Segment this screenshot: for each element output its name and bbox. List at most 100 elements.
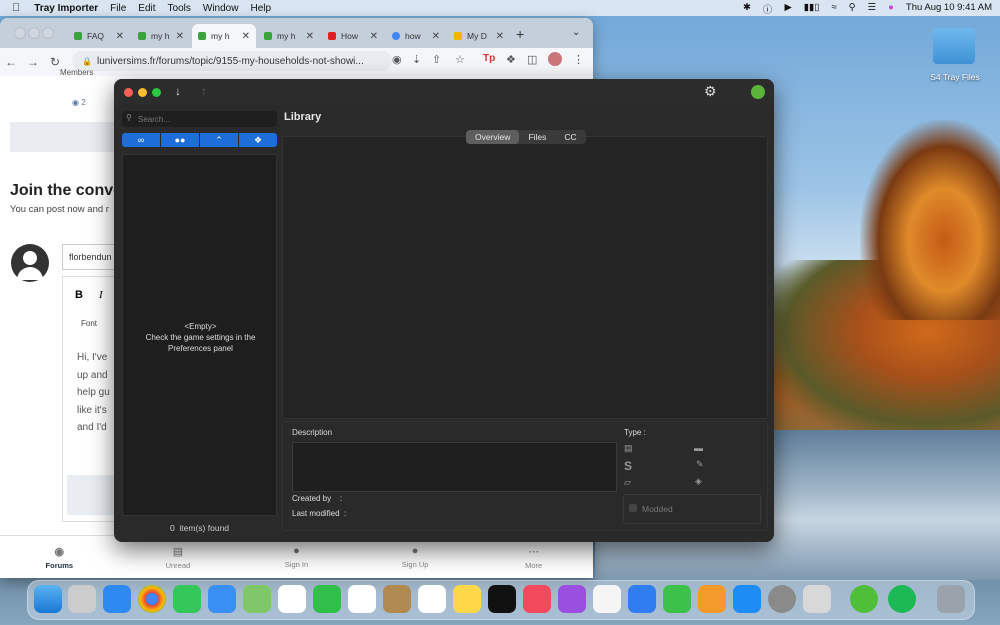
apple-tv-icon[interactable] xyxy=(488,585,516,613)
zoom-window-button[interactable] xyxy=(42,27,54,39)
bold-button[interactable]: B xyxy=(75,289,83,301)
url-field[interactable]: 🔒 luniversims.fr/forums/topic/9155-my-ho… xyxy=(72,51,392,71)
bluetooth-icon[interactable]: ✱ xyxy=(743,2,751,16)
mail-icon[interactable] xyxy=(208,585,236,613)
filter-rooms-puzzle-icon[interactable]: ❖ xyxy=(239,133,277,147)
export-arrow-up-icon[interactable]: ↑ xyxy=(201,84,207,98)
numbers-icon[interactable] xyxy=(663,585,691,613)
menu-clock[interactable]: Thu Aug 10 9:41 AM xyxy=(906,2,992,16)
tab-files[interactable]: Files xyxy=(519,130,555,144)
maps-icon[interactable] xyxy=(243,585,271,613)
new-tab-button[interactable]: + xyxy=(516,26,524,42)
extensions-puzzle-icon[interactable]: ❖ xyxy=(506,53,516,66)
browser-tab[interactable]: How ✕ xyxy=(322,24,384,48)
browser-tab[interactable]: how ✕ xyxy=(386,24,446,48)
minimize-window-button[interactable] xyxy=(28,27,40,39)
menu-file[interactable]: File xyxy=(110,3,126,14)
browser-tab[interactable]: FAQ ✕ xyxy=(68,24,130,48)
browser-tab[interactable]: my h ✕ xyxy=(132,24,190,48)
play-icon[interactable]: ▶ xyxy=(784,2,791,16)
more-menu-icon[interactable]: ⋮ xyxy=(573,53,584,66)
import-arrow-down-icon[interactable]: ↓ xyxy=(175,84,181,98)
tray-item-list[interactable]: <Empty> Check the game settings in the P… xyxy=(122,154,277,516)
menu-help[interactable]: Help xyxy=(250,3,271,14)
photos-icon[interactable] xyxy=(278,585,306,613)
tab-list-chevron-icon[interactable]: ⌄ xyxy=(572,27,580,38)
back-arrow-icon[interactable]: ← xyxy=(0,55,22,69)
podcasts-icon[interactable] xyxy=(558,585,586,613)
close-tab-icon[interactable]: ✕ xyxy=(370,31,378,42)
menu-window[interactable]: Window xyxy=(203,3,239,14)
desktop-folder-label[interactable]: S4 Tray Files xyxy=(920,72,990,82)
wifi-icon[interactable]: ≈ xyxy=(831,2,836,16)
close-tab-icon[interactable]: ✕ xyxy=(306,31,314,42)
folder-icon[interactable] xyxy=(933,28,975,64)
tray-importer-dock-icon[interactable] xyxy=(850,585,878,613)
calendar-icon[interactable] xyxy=(348,585,376,613)
control-center-icon[interactable]: ☰ xyxy=(868,2,877,16)
share-icon[interactable]: ⇧ xyxy=(432,53,441,66)
close-tab-icon[interactable]: ✕ xyxy=(116,31,124,42)
safari-icon[interactable] xyxy=(103,585,131,613)
browser-tab-active[interactable]: my h ✕ xyxy=(192,24,256,48)
site-info-icon[interactable]: ◉ xyxy=(392,53,402,66)
chrome-icon[interactable] xyxy=(138,585,166,613)
close-window-button[interactable] xyxy=(124,88,133,97)
close-window-button[interactable] xyxy=(14,27,26,39)
trash-icon[interactable] xyxy=(937,585,965,613)
nav-unread[interactable]: ▤ Unread xyxy=(123,545,233,570)
tab-overview[interactable]: Overview xyxy=(466,130,520,144)
search-field[interactable]: ⚲ Search... xyxy=(122,111,277,127)
facetime-icon[interactable] xyxy=(313,585,341,613)
menu-edit[interactable]: Edit xyxy=(138,3,155,14)
forward-arrow-icon[interactable]: → xyxy=(22,55,44,69)
modded-checkbox[interactable] xyxy=(629,504,637,512)
italic-button[interactable]: I xyxy=(99,289,103,301)
close-tab-icon[interactable]: ✕ xyxy=(496,31,504,42)
battery-icon[interactable]: ▮▮▯ xyxy=(804,2,820,16)
filter-households-icon[interactable]: ●● xyxy=(161,133,199,147)
spotify-icon[interactable] xyxy=(888,585,916,613)
close-tab-icon[interactable]: ✕ xyxy=(176,31,184,42)
info-icon[interactable]: ⓘ xyxy=(763,2,773,16)
messages-icon[interactable] xyxy=(173,585,201,613)
filter-all-infinity-icon[interactable]: ∞ xyxy=(122,133,160,147)
siri-icon[interactable]: ● xyxy=(888,2,894,16)
plumbob-icon[interactable] xyxy=(751,85,765,99)
notes-icon[interactable] xyxy=(453,585,481,613)
zoom-window-button[interactable] xyxy=(152,88,161,97)
tab-cc[interactable]: CC xyxy=(555,130,585,144)
extension-tp-icon[interactable]: Tp xyxy=(483,53,495,64)
system-settings-icon[interactable] xyxy=(768,585,796,613)
reload-icon[interactable]: ↻ xyxy=(44,55,66,69)
description-field[interactable] xyxy=(292,442,617,492)
bookmark-star-icon[interactable]: ☆ xyxy=(455,53,465,66)
profile-avatar[interactable] xyxy=(548,52,562,66)
close-tab-icon[interactable]: ✕ xyxy=(242,31,250,42)
contacts-icon[interactable] xyxy=(383,585,411,613)
menu-app-name[interactable]: Tray Importer xyxy=(34,3,98,14)
roblox-icon[interactable] xyxy=(803,585,831,613)
launchpad-icon[interactable] xyxy=(68,585,96,613)
news-icon[interactable] xyxy=(593,585,621,613)
menu-tools[interactable]: Tools xyxy=(168,3,191,14)
search-icon[interactable]: ⚲ xyxy=(849,2,856,16)
minimize-window-button[interactable] xyxy=(138,88,147,97)
browser-tab[interactable]: my h ✕ xyxy=(258,24,320,48)
apple-icon[interactable]:  xyxy=(12,2,20,14)
username-field[interactable]: florbendun xyxy=(62,244,122,270)
sidebar-icon[interactable]: ◫ xyxy=(527,53,537,66)
music-icon[interactable] xyxy=(523,585,551,613)
close-tab-icon[interactable]: ✕ xyxy=(432,31,440,42)
finder-icon[interactable] xyxy=(34,585,62,613)
nav-forums[interactable]: ◉ Forums xyxy=(4,545,114,570)
font-dropdown[interactable]: Font xyxy=(81,319,97,328)
reminders-icon[interactable] xyxy=(418,585,446,613)
gear-icon[interactable]: ⚙ xyxy=(704,83,717,100)
filter-lots-icon[interactable]: ⌃ xyxy=(200,133,238,147)
keynote-icon[interactable] xyxy=(628,585,656,613)
app-store-icon[interactable] xyxy=(733,585,761,613)
browser-tab[interactable]: My D ✕ xyxy=(448,24,510,48)
nav-sign-in[interactable]: ● Sign In xyxy=(241,545,351,569)
nav-sign-up[interactable]: ● Sign Up xyxy=(360,545,470,569)
